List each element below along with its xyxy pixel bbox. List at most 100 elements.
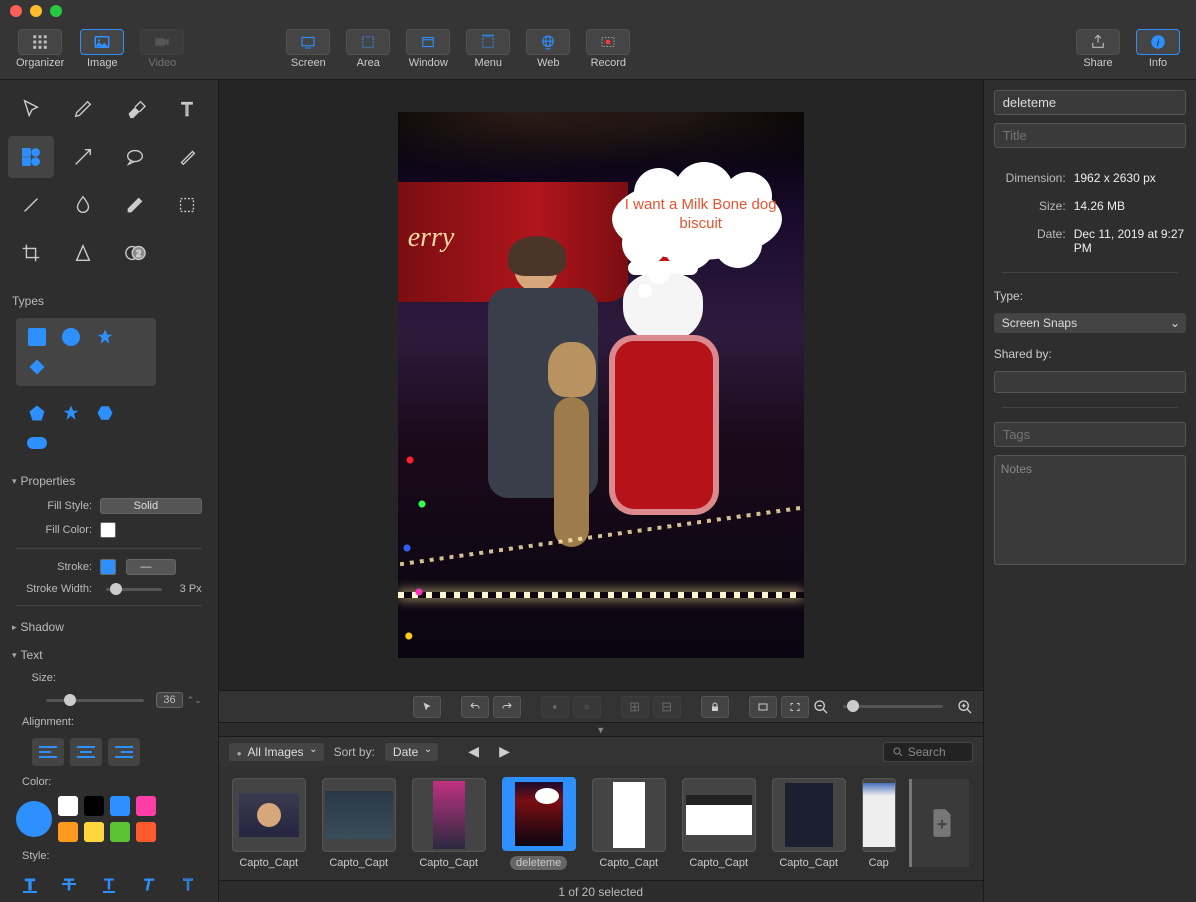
fit-screen-button[interactable]	[781, 696, 809, 718]
zoom-out-icon[interactable]	[813, 699, 829, 715]
step-tool[interactable]: 2	[112, 232, 158, 274]
current-color-swatch[interactable]	[16, 801, 52, 837]
blur-tool[interactable]	[60, 184, 106, 226]
shape-rounded-rect[interactable]	[25, 431, 49, 455]
crop-tool[interactable]	[8, 232, 54, 274]
undo-button[interactable]	[461, 696, 489, 718]
toolbar-share[interactable]: Share	[1070, 29, 1126, 69]
text-style-italic[interactable]: T	[137, 872, 161, 896]
stroke-color-swatch[interactable]	[100, 559, 116, 575]
thumbnail-dropzone[interactable]	[909, 779, 969, 867]
thought-bubble-annotation[interactable]: I want a Milk Bone dog biscuit	[604, 168, 794, 288]
color-black[interactable]	[84, 796, 104, 816]
redo-button[interactable]	[493, 696, 521, 718]
thumbnail-item[interactable]: Capto_Capt	[229, 778, 309, 869]
shape-circle[interactable]	[59, 325, 83, 349]
color-green[interactable]	[110, 822, 130, 842]
prev-image-button[interactable]: ◀	[468, 743, 479, 760]
thumbnail-item[interactable]: Capto_Capt	[319, 778, 399, 869]
window-minimize-button[interactable]	[30, 5, 42, 17]
window-close-button[interactable]	[10, 5, 22, 17]
canvas-image[interactable]: erry I want a Milk Bone dog biscuit	[398, 112, 804, 658]
shape-square[interactable]	[25, 325, 49, 349]
canvas-pointer-button[interactable]	[413, 696, 441, 718]
fill-style-label: Fill Style:	[16, 500, 92, 512]
thumbnail-item[interactable]: Cap	[859, 778, 899, 869]
toolbar-record[interactable]: Record	[580, 29, 636, 69]
thumbnail-item[interactable]: Capto_Capt	[769, 778, 849, 869]
text-heading[interactable]: Text	[12, 648, 210, 662]
text-style-underline[interactable]: T	[97, 872, 121, 896]
screen-icon	[299, 33, 317, 51]
lock-button[interactable]	[701, 696, 729, 718]
thumbnail-item[interactable]: deleteme	[499, 777, 579, 870]
fill-color-swatch[interactable]	[100, 522, 116, 538]
shape-pentagon[interactable]	[25, 401, 49, 425]
spotlight-tool[interactable]	[60, 232, 106, 274]
shape-diamond[interactable]	[25, 355, 49, 379]
next-image-button[interactable]: ▶	[499, 743, 510, 760]
properties-heading[interactable]: Properties	[12, 474, 210, 488]
toolbar-organizer[interactable]: Organizer	[10, 29, 70, 69]
shape-star5[interactable]	[59, 401, 83, 425]
text-style-outline[interactable]: T	[176, 872, 200, 896]
tags-input[interactable]	[994, 422, 1186, 447]
delete-tool[interactable]	[112, 184, 158, 226]
toolbar-info[interactable]: i Info	[1130, 29, 1186, 69]
toolbar-screen[interactable]: Screen	[280, 29, 336, 69]
pencil-tool[interactable]	[60, 88, 106, 130]
color-pink[interactable]	[136, 796, 156, 816]
window-maximize-button[interactable]	[50, 5, 62, 17]
toolbar-image[interactable]: Image	[74, 29, 130, 69]
search-input[interactable]: Search	[883, 742, 973, 762]
fill-style-select[interactable]: Solid	[100, 498, 202, 514]
notes-textarea[interactable]: Notes	[994, 455, 1186, 565]
fit-width-button[interactable]	[749, 696, 777, 718]
color-blue[interactable]	[110, 796, 130, 816]
arrow-tool[interactable]	[60, 136, 106, 178]
shape-star[interactable]	[93, 325, 117, 349]
text-tool[interactable]: T	[164, 88, 210, 130]
align-right-button[interactable]	[108, 738, 140, 766]
shadow-heading[interactable]: Shadow	[12, 620, 210, 634]
canvas-area[interactable]: erry I want a Milk Bone dog biscuit	[219, 80, 983, 690]
toolbar-area[interactable]: Area	[340, 29, 396, 69]
text-style-bold[interactable]: T	[18, 872, 42, 896]
thumbnail-item[interactable]: Capto_Capt	[679, 778, 759, 869]
add-image-button[interactable]	[924, 801, 960, 845]
text-size-slider[interactable]	[46, 699, 144, 702]
zoom-in-icon[interactable]	[957, 699, 973, 715]
group-button: ⊞	[621, 696, 649, 718]
callout-tool[interactable]	[112, 136, 158, 178]
color-orange[interactable]	[58, 822, 78, 842]
zoom-slider[interactable]	[843, 705, 943, 708]
pointer-tool[interactable]	[8, 88, 54, 130]
shape-tool[interactable]	[8, 136, 54, 178]
filename-input[interactable]	[994, 90, 1186, 115]
toolbar-window[interactable]: Window	[400, 29, 456, 69]
panel-expand-handle[interactable]: ▼	[219, 722, 983, 736]
color-yellow[interactable]	[84, 822, 104, 842]
svg-text:T: T	[104, 876, 113, 893]
thumbnail-item[interactable]: Capto_Capt	[589, 778, 669, 869]
shape-hexagon[interactable]	[93, 401, 117, 425]
stroke-style-select[interactable]: —	[126, 559, 176, 575]
thumbnail-item[interactable]: Capto_Capt	[409, 778, 489, 869]
type-select[interactable]: Screen Snaps	[994, 313, 1186, 333]
title-input[interactable]	[994, 123, 1186, 148]
eraser-tool[interactable]	[112, 88, 158, 130]
line-tool[interactable]	[8, 184, 54, 226]
align-center-button[interactable]	[70, 738, 102, 766]
marquee-tool[interactable]	[164, 184, 210, 226]
sort-select[interactable]: Date	[385, 743, 438, 761]
stroke-width-slider[interactable]	[106, 588, 162, 591]
text-size-value[interactable]: 36	[156, 692, 182, 708]
toolbar-menu[interactable]: Menu	[460, 29, 516, 69]
toolbar-web[interactable]: Web	[520, 29, 576, 69]
align-left-button[interactable]	[32, 738, 64, 766]
text-style-strikethrough[interactable]: T	[58, 872, 82, 896]
color-white[interactable]	[58, 796, 78, 816]
highlighter-tool[interactable]	[164, 136, 210, 178]
image-filter-select[interactable]: All Images	[229, 743, 324, 761]
color-red[interactable]	[136, 822, 156, 842]
